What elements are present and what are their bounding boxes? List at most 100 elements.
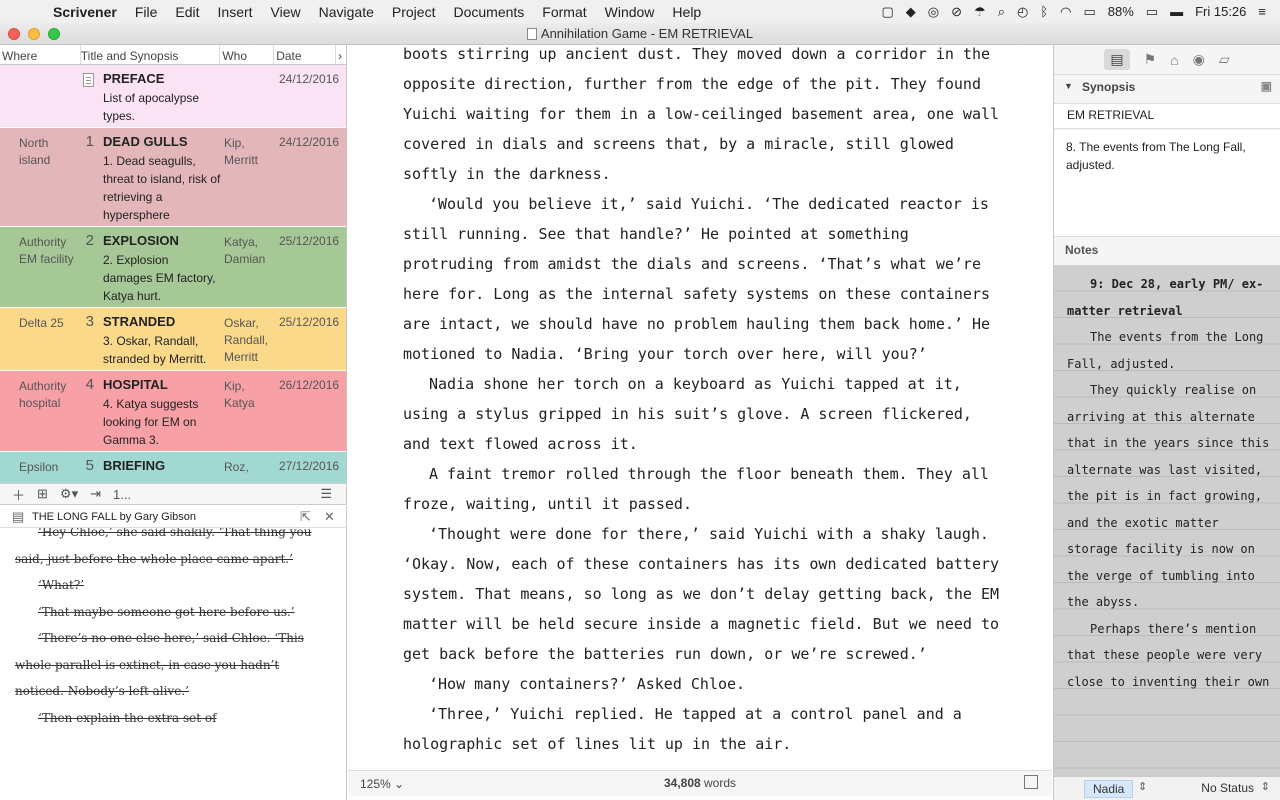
menu-project[interactable]: Project	[383, 4, 445, 20]
row-where: Delta 25	[19, 316, 64, 330]
menu-help[interactable]: Help	[663, 4, 710, 20]
window-title: Annihilation Game - EM RETRIEVAL	[0, 26, 1280, 41]
target-icon[interactable]	[1024, 775, 1038, 789]
quick-reference-title: THE LONG FALL by Gary Gibson	[32, 511, 197, 523]
outliner-row[interactable]: Delta 25 3 STRANDED 3. Oskar, Randall, stra…	[0, 308, 346, 371]
menu-documents[interactable]: Documents	[444, 4, 533, 20]
outliner-count[interactable]: 1...	[113, 487, 131, 502]
quick-reference-header: ▤ THE LONG FALL by Gary Gibson ⇱ ✕	[0, 506, 347, 528]
row-title: BRIEFING	[103, 458, 166, 473]
menu-format[interactable]: Format	[533, 4, 595, 20]
airplay-icon[interactable]: ▭	[1083, 4, 1095, 20]
chevron-updown-icon[interactable]: ⇕	[1138, 780, 1147, 793]
menu-view[interactable]: View	[262, 4, 310, 20]
bluetooth-icon[interactable]: ᛒ	[1040, 4, 1048, 19]
column-header-title[interactable]: Title and Synopsis	[81, 45, 221, 64]
row-title: EXPLOSION	[103, 233, 179, 248]
menu-navigate[interactable]: Navigate	[310, 4, 383, 20]
menu-edit[interactable]: Edit	[166, 4, 208, 20]
editor-text[interactable]: boots stirring up ancient dust. They mov…	[403, 45, 1003, 759]
column-header-who[interactable]: Who	[220, 45, 275, 64]
row-synopsis: 1. Dead seagulls, threat to island, risk…	[103, 154, 221, 222]
notes-text[interactable]: 9: Dec 28, early PM/ ex-matter retrieval…	[1054, 265, 1280, 776]
open-external-icon[interactable]: ⇱	[300, 509, 311, 525]
editor[interactable]: boots stirring up ancient dust. They mov…	[348, 45, 1052, 770]
outliner-toolbar: ＋ ⊞ ⚙▾ ⇥ 1... ☰	[0, 483, 347, 505]
comment-icon[interactable]: ▱	[1219, 51, 1230, 68]
document-icon: ▤	[12, 509, 25, 524]
column-header-date[interactable]: Date	[274, 45, 337, 64]
menu-insert[interactable]: Insert	[209, 4, 262, 20]
image-icon[interactable]: ▣	[1261, 79, 1272, 93]
chevron-updown-icon[interactable]: ⇕	[1261, 780, 1270, 793]
row-date: 24/12/2016	[279, 135, 340, 149]
quickref-paragraph: ‘What?’	[38, 578, 85, 592]
row-synopsis: 2. Explosion damages EM factory, Katya h…	[103, 253, 216, 303]
synopsis-text-field[interactable]: 8. The events from The Long Fall, adjust…	[1054, 130, 1280, 236]
umbrella-icon[interactable]: ☂	[974, 4, 986, 20]
outliner-row[interactable]: North island 1 DEAD GULLS 1. Dead seagulls,…	[0, 128, 346, 227]
editor-paragraph: ‘Three,’ Yuichi replied. He tapped at a …	[403, 705, 962, 753]
bookmark-icon[interactable]: ⚑	[1144, 51, 1157, 68]
sync-icon[interactable]: ◎	[928, 4, 939, 20]
tag-icon[interactable]: ⌂	[1170, 52, 1178, 68]
menu-list-icon[interactable]: ≡	[1258, 4, 1266, 19]
status-select[interactable]: No Status	[1201, 781, 1254, 795]
outliner-row[interactable]: PREFACE List of apocalypse types. 24/12/20…	[0, 65, 346, 128]
battery-icon[interactable]: ▭	[1146, 4, 1158, 20]
row-number: 5	[85, 457, 94, 474]
add-folder-icon[interactable]: ⊞	[37, 486, 48, 502]
row-date: 27/12/2016	[279, 459, 340, 473]
synopsis-title-field[interactable]: EM RETRIEVAL	[1054, 103, 1280, 129]
row-title: PREFACE	[103, 71, 165, 86]
document-icon	[526, 28, 537, 40]
list-view-icon[interactable]: ☰	[320, 486, 332, 502]
search-icon[interactable]: ⌕	[998, 4, 1005, 20]
notes-paragraph: The events from the Long Fall, adjusted.	[1067, 330, 1264, 371]
column-header-where[interactable]: Where	[0, 45, 81, 64]
row-date: 26/12/2016	[279, 378, 340, 392]
word-count[interactable]: 34,808 words	[348, 776, 1052, 790]
window-title-text: Annihilation Game - EM RETRIEVAL	[540, 26, 754, 41]
block-icon[interactable]: ⊘	[951, 4, 962, 20]
row-number: 1	[85, 133, 94, 150]
menu-window[interactable]: Window	[596, 4, 664, 20]
label-select[interactable]: Nadia	[1084, 780, 1134, 798]
disclosure-triangle-icon[interactable]: ▼	[1064, 81, 1073, 91]
row-title: STRANDED	[103, 314, 176, 329]
row-title: HOSPITAL	[103, 377, 168, 392]
notes-tab-icon[interactable]: ▤	[1104, 49, 1130, 70]
dropbox-icon[interactable]: ◆	[906, 4, 916, 20]
row-who: Katya, Damian	[224, 235, 266, 266]
column-overflow-arrow-icon[interactable]: ›	[336, 45, 346, 64]
notes-paragraph: 9: Dec 28, early PM/ ex-matter retrieval	[1067, 277, 1264, 318]
menu-app-name[interactable]: Scrivener	[44, 4, 126, 20]
wifi-icon[interactable]: ◠	[1060, 4, 1071, 20]
word-count-value: 34,808	[663, 776, 701, 790]
quickref-paragraph: ‘Hey Chloe,’ she said shakily. ‘That thi…	[15, 528, 312, 566]
display-icon[interactable]: ▢	[881, 4, 893, 20]
time-machine-icon[interactable]: ◴	[1017, 4, 1028, 20]
add-icon[interactable]: ＋	[12, 485, 25, 504]
editor-paragraph: ‘Thought were done for there,’ said Yuic…	[403, 525, 1000, 663]
flag-icon[interactable]: ▬	[1170, 4, 1183, 19]
clock[interactable]: Fri 15:26	[1195, 4, 1246, 19]
battery-percent[interactable]: 88%	[1108, 4, 1134, 19]
quick-reference-text[interactable]: ‘Hey Chloe,’ she said shakily. ‘That thi…	[0, 528, 347, 800]
outliner-row[interactable]: Authority hospital 4 HOSPITAL 4. Katya sugg…	[0, 371, 346, 452]
menu-file[interactable]: File	[126, 4, 167, 20]
gear-icon[interactable]: ⚙▾	[60, 486, 78, 502]
snapshot-icon[interactable]: ◉	[1193, 51, 1205, 68]
outliner-row[interactable]: Epsilon 5 BRIEFING Roz, 27/12/2016	[0, 452, 346, 483]
editor-paragraph: A faint tremor rolled through the floor …	[403, 465, 989, 513]
outliner-row[interactable]: Authority EM facility 2 EXPLOSION 2. Explos…	[0, 227, 346, 308]
move-icon[interactable]: ⇥	[90, 486, 101, 502]
notes-label: Notes	[1054, 236, 1280, 263]
row-number: 4	[85, 376, 94, 393]
editor-paragraph: ‘Would you believe it,’ said Yuichi. ‘Th…	[403, 195, 990, 363]
row-who: Oskar, Randall, Merritt	[224, 316, 269, 364]
outliner: Where Title and Synopsis Who Date › PREF…	[0, 45, 347, 483]
close-icon[interactable]: ✕	[324, 509, 335, 525]
quickref-paragraph: ‘Then explain the extra set of	[38, 710, 217, 725]
row-synopsis: List of apocalypse types.	[103, 91, 200, 123]
